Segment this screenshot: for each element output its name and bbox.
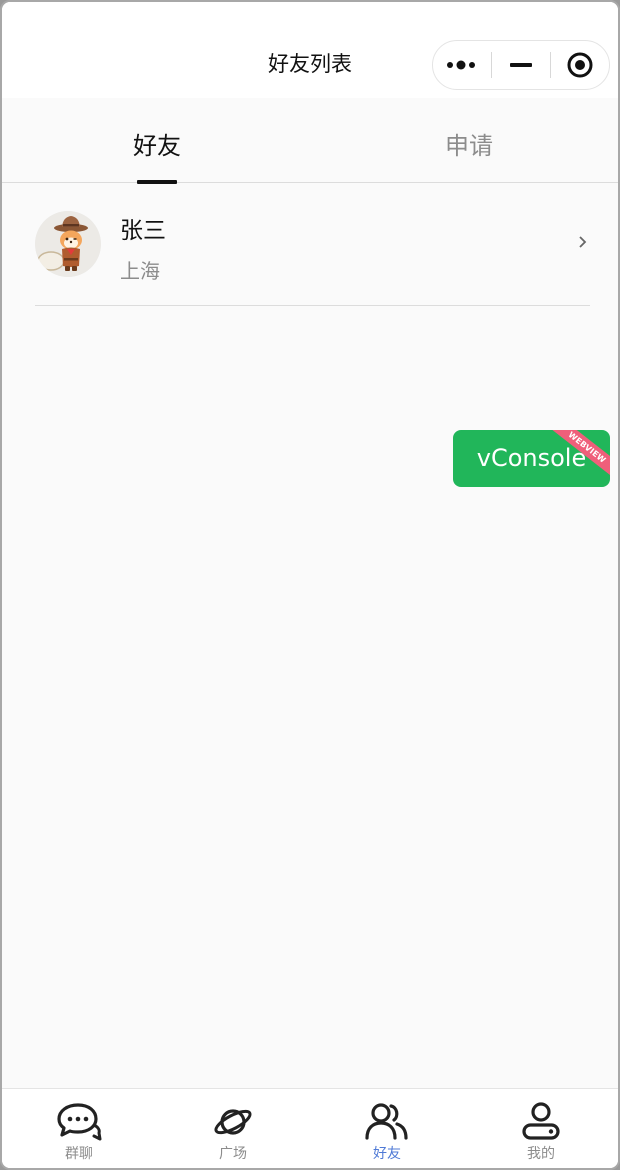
chat-bubbles-icon: [57, 1103, 102, 1141]
friend-list-item[interactable]: 张三 上海: [35, 183, 590, 306]
tabbar-label: 我的: [527, 1146, 555, 1162]
tabbar-label: 广场: [219, 1146, 247, 1162]
chevron-right-icon: [579, 236, 587, 248]
planet-icon: [214, 1109, 252, 1135]
miniprogram-capsule: [432, 40, 610, 90]
phone-frame: 好友列表 好友 申请 张三 上海 vConsole WEBVIEW 群聊 广场 …: [0, 0, 620, 1170]
minus-icon: [510, 63, 532, 67]
tabbar-label: 群聊: [65, 1146, 93, 1162]
avatar: [35, 211, 101, 277]
tab-friends-label: 好友: [133, 132, 181, 160]
vconsole-label: vConsole: [476, 444, 587, 472]
tab-requests-label: 申请: [445, 132, 493, 160]
more-button[interactable]: [433, 41, 491, 89]
close-button[interactable]: [551, 41, 609, 89]
tabbar-item-friends[interactable]: 好友: [310, 1089, 464, 1168]
tabbar-item-group-chat[interactable]: 群聊: [2, 1089, 156, 1168]
tab-requests[interactable]: 申请: [389, 98, 549, 183]
target-close-icon: [567, 52, 593, 78]
tab-bar-top: 好友 申请: [2, 98, 618, 184]
bottom-tab-bar: 群聊 广场 好友 我的: [2, 1088, 618, 1168]
vconsole-button[interactable]: vConsole WEBVIEW: [453, 430, 610, 487]
navigation-bar: 好友列表: [2, 2, 618, 98]
profile-icon: [522, 1102, 560, 1140]
tabbar-item-me[interactable]: 我的: [464, 1089, 618, 1168]
tab-friends[interactable]: 好友: [77, 98, 237, 184]
tabbar-item-square[interactable]: 广场: [156, 1089, 310, 1168]
friends-icon: [365, 1103, 408, 1140]
friend-name: 张三: [120, 218, 166, 244]
avatar-image: [35, 211, 101, 277]
more-dots-icon: [447, 60, 475, 70]
friend-location: 上海: [120, 259, 160, 283]
minimize-button[interactable]: [492, 41, 550, 89]
tabbar-label: 好友: [373, 1146, 401, 1162]
